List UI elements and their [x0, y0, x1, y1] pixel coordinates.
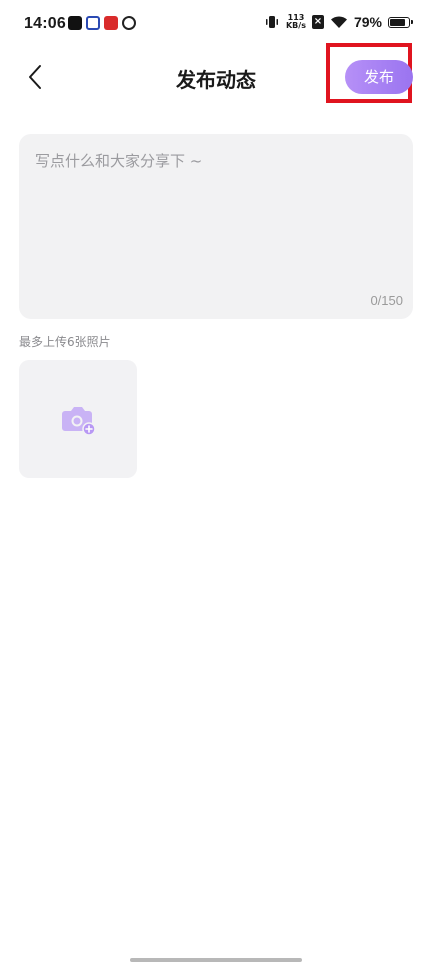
no-sim-icon: ×	[311, 15, 324, 29]
vibrate-icon	[265, 16, 278, 28]
camera-add-icon	[62, 407, 96, 436]
header: 发布动态 发布	[0, 43, 432, 103]
post-placeholder: 写点什么和大家分享下 ~	[35, 152, 203, 170]
status-right: 113 KB/s × 79%	[264, 14, 413, 30]
tiktok-icon	[68, 16, 82, 30]
add-photo-button[interactable]	[19, 360, 137, 478]
net-speed: 113 KB/s	[286, 14, 306, 30]
battery-icon	[388, 16, 413, 28]
char-count: 0/150	[370, 293, 403, 308]
status-time: 14:06	[24, 15, 66, 32]
net-speed-unit: KB/s	[285, 21, 306, 30]
post-textarea[interactable]: 写点什么和大家分享下 ~ 0/150	[19, 134, 413, 319]
blue-app-icon	[86, 16, 100, 30]
publish-button[interactable]: 发布	[345, 60, 413, 94]
upload-hint: 最多上传6张照片	[19, 335, 111, 349]
screen: 14:06 113 KB/s × 79% 发布动态 发布 写点什么和大家分享下 …	[0, 0, 432, 964]
home-indicator[interactable]	[130, 958, 302, 962]
wifi-icon	[330, 16, 347, 28]
battery-percent: 79%	[353, 14, 382, 30]
notification-icons	[68, 16, 136, 30]
swirl-app-icon	[122, 16, 136, 30]
red-app-icon	[104, 16, 118, 30]
